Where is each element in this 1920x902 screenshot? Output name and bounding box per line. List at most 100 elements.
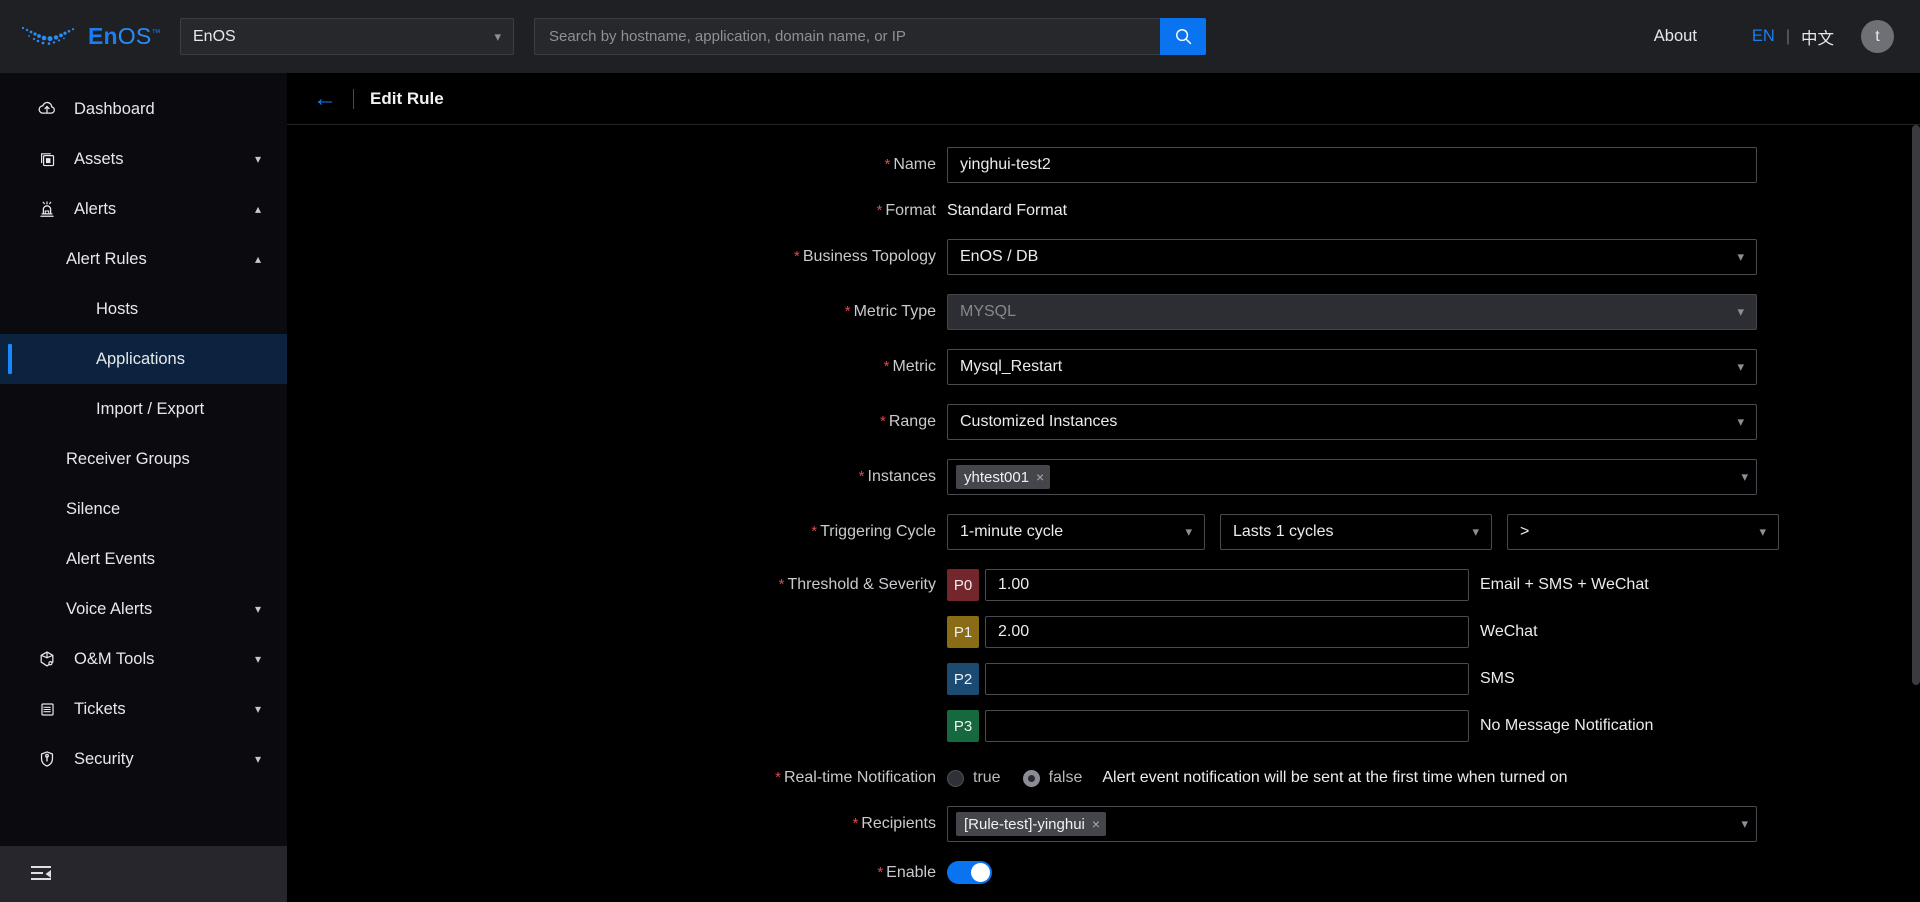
lang-en-button[interactable]: EN [1747,27,1780,46]
tickets-icon [36,698,58,720]
required-marker: * [844,303,851,320]
recipients-select[interactable]: [Rule-test]-yinghui × ▾ [947,806,1757,842]
recipient-tag[interactable]: [Rule-test]-yinghui × [956,812,1107,836]
about-link[interactable]: About [1648,27,1703,46]
header-actions: About EN | 中文 t [1648,20,1894,53]
search-button[interactable] [1160,18,1206,55]
chevron-down-icon: ▾ [1185,524,1192,539]
toggle-knob [971,863,990,882]
severity-code: P2 [953,670,973,688]
business-topology-select[interactable]: EnOS / DB ▾ [947,239,1757,275]
search-input[interactable] [534,18,1160,55]
main-scrollbar[interactable] [1912,125,1920,902]
radio-realtime-true[interactable]: true [947,769,1001,787]
main-content: ← Edit Rule *Name *Format [287,73,1920,902]
range-select[interactable]: Customized Instances ▾ [947,404,1757,440]
severity-code: P1 [953,623,973,641]
radio-realtime-false[interactable]: false [1022,769,1083,787]
sidebar-item-hosts[interactable]: Hosts [0,284,287,334]
instance-tag[interactable]: yhtest001 × [956,465,1051,489]
remove-tag-icon[interactable]: × [1092,817,1100,831]
label-business-topology-text: Business Topology [802,248,936,265]
form-row-metric-type: * Metric Type MYSQL ▾ [287,294,1920,330]
sidebar-item-assets[interactable]: Assets ▾ [0,134,287,184]
back-arrow-icon[interactable]: ← [313,86,337,111]
enos-logo[interactable]: EnOS™ [20,23,170,50]
header-divider [353,88,354,109]
label-instances: * Instances [287,468,947,486]
lang-zh-button[interactable]: 中文 [1796,25,1839,49]
sidebar-item-security[interactable]: Security ▾ [0,734,287,784]
remove-tag-icon[interactable]: × [1036,470,1044,484]
scrollbar-thumb[interactable] [1912,125,1920,685]
radio-false-label: false [1048,769,1083,786]
sidebar-item-dashboard[interactable]: Dashboard [0,84,287,134]
enable-toggle[interactable] [947,861,992,884]
severity-note-p0: Email + SMS + WeChat [1480,576,1649,593]
required-marker: * [852,815,859,832]
sidebar-item-tickets[interactable]: Tickets ▾ [0,684,287,734]
brand-wordmark: EnOS™ [88,23,161,50]
sidebar-item-label: Assets [74,149,124,168]
om-tools-icon [36,648,58,670]
severity-row-p2: P2 SMS [947,663,1920,695]
sidebar-item-receiver-groups[interactable]: Receiver Groups [0,434,287,484]
sidebar-item-label: Alert Events [66,549,155,568]
sidebar-item-voice-alerts[interactable]: Voice Alerts ▾ [0,584,287,634]
sidebar-item-o-m-tools[interactable]: O&M Tools ▾ [0,634,287,684]
label-instances-text: Instances [867,468,936,485]
threshold-input-p3[interactable] [985,710,1469,742]
sidebar-item-label: Security [74,749,134,768]
form-row-threshold-severity: *Threshold & Severity P0 Email + SMS + We… [287,569,1920,757]
sidebar-item-import-export[interactable]: Import / Export [0,384,287,434]
label-format-text: Format [885,202,936,219]
sidebar-item-label: Tickets [74,699,126,718]
severity-badge-p2: P2 [947,663,979,695]
chevron-down-icon: ▾ [254,152,261,166]
tenant-selector[interactable]: EnOS ▾ [180,18,514,55]
avatar[interactable]: t [1861,20,1894,53]
chevron-down-icon: ▾ [1737,304,1744,319]
label-metric: * Metric [287,358,947,376]
severity-note-p1: WeChat [1480,623,1538,640]
avatar-initial: t [1875,27,1880,45]
sidebar-item-alerts[interactable]: Alerts ▴ [0,184,287,234]
form-row-triggering-cycle: * Triggering Cycle 1-minute cycle ▾ Lasts… [287,514,1920,550]
label-recipients: * Recipients [287,815,947,833]
realtime-radio-group: true false [947,769,1082,787]
metric-type-value: MYSQL [960,303,1017,320]
threshold-input-p1[interactable] [985,616,1469,648]
cycle-lasts-select[interactable]: Lasts 1 cycles ▾ [1220,514,1492,550]
form-row-range: * Range Customized Instances ▾ [287,404,1920,440]
label-metric-type: * Metric Type [287,303,947,321]
brand-rest: OS [117,23,152,49]
sidebar-item-alert-events[interactable]: Alert Events [0,534,287,584]
sidebar-item-label: Import / Export [96,399,205,418]
severity-code: P0 [953,576,973,594]
name-input[interactable] [947,147,1757,183]
recipient-tag-label: [Rule-test]-yinghui [964,815,1085,833]
cycle-operator-select[interactable]: > ▾ [1507,514,1779,550]
sidebar-item-label: Dashboard [74,99,155,118]
label-format: * Format [287,202,947,220]
severity-badge-p1: P1 [947,616,979,648]
menu-collapse-icon[interactable] [30,864,54,884]
sidebar-item-silence[interactable]: Silence [0,484,287,534]
label-metric-text: Metric [892,358,936,375]
label-threshold-severity: * Threshold & Severity [287,569,947,594]
threshold-input-p0[interactable] [985,569,1469,601]
required-marker: * [883,358,890,375]
cycle-interval-value: 1-minute cycle [960,523,1064,540]
edit-rule-form: *Name *Format Standard Format [287,125,1920,884]
cycle-interval-select[interactable]: 1-minute cycle ▾ [947,514,1205,550]
label-name: * Name [287,156,947,174]
metric-select[interactable]: Mysql_Restart ▾ [947,349,1757,385]
instances-select[interactable]: yhtest001 × ▾ [947,459,1757,495]
chevron-down-icon: ▾ [1737,249,1744,264]
chevron-down-icon: ▾ [254,752,261,766]
sidebar-item-applications[interactable]: Applications [0,334,287,384]
sidebar-item-alert-rules[interactable]: Alert Rules ▴ [0,234,287,284]
threshold-input-p2[interactable] [985,663,1469,695]
severity-code: P3 [953,717,973,735]
range-value: Customized Instances [960,413,1118,430]
